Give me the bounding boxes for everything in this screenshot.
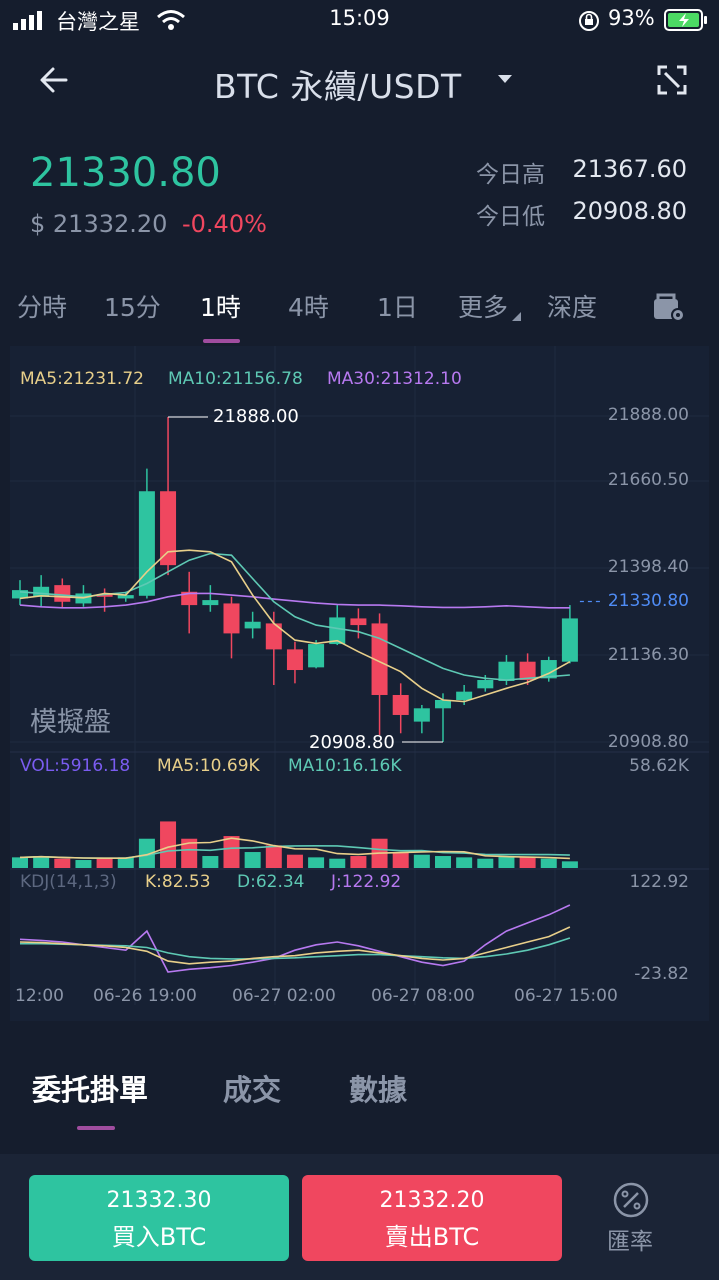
time-axis-tick: 06-27 08:00: [371, 986, 475, 1006]
sell-label: 賣出BTC: [384, 1223, 480, 1251]
min-price-marker: 20908.80: [309, 732, 395, 753]
volume-bar: [498, 856, 515, 868]
price-axis-tick: 21136.30: [607, 645, 689, 665]
time-axis-tick: 06-27 02:00: [232, 986, 336, 1006]
volume-bar: [392, 852, 409, 868]
legend-kdj-d: D:62.34: [237, 872, 305, 892]
legend-volume: VOL:5916.18: [20, 756, 131, 776]
volume-bar: [223, 836, 240, 868]
candle-body: [223, 603, 240, 634]
legend-vol-ma5: MA5:10.69K: [157, 756, 260, 776]
volume-bar: [435, 856, 451, 868]
legend-kdj: KDJ(14,1,3): [20, 872, 117, 892]
kdj-j-line: [19, 904, 571, 973]
candle-body: [456, 691, 473, 700]
price-axis-tick: 20908.80: [607, 732, 689, 752]
exchange-rate-label[interactable]: 匯率: [607, 1222, 653, 1256]
volume-bar: [286, 854, 303, 868]
max-price-marker: 21888.00: [213, 406, 299, 427]
legend-ma30: MA30:21312.10: [327, 369, 462, 389]
candle-body: [244, 621, 261, 629]
candle-body: [286, 649, 303, 671]
buy-label: 買入BTC: [111, 1223, 207, 1251]
volume-bar: [160, 821, 177, 868]
buy-button[interactable]: 21332.30 買入BTC: [29, 1175, 289, 1261]
volume-bar: [96, 858, 113, 868]
volume-axis-max: 58.62K: [629, 756, 689, 776]
demo-watermark: 模擬盤: [30, 707, 111, 738]
tab-trades[interactable]: 成交: [223, 1067, 281, 1109]
volume-bar: [265, 845, 282, 868]
tab-open-orders[interactable]: 委托掛單: [32, 1067, 148, 1109]
volume-bar: [540, 858, 557, 868]
candle-body: [498, 661, 515, 682]
price-axis-tick: 21398.40: [607, 557, 689, 577]
candle-body: [160, 491, 177, 566]
volume-bar: [413, 854, 430, 868]
exchange-rate-icon[interactable]: [612, 1181, 650, 1219]
legend-kdj-k: K:82.53: [145, 872, 211, 892]
price-axis-tick: 21888.00: [607, 405, 689, 425]
volume-bar: [477, 858, 494, 868]
candle-body: [308, 644, 325, 668]
legend-vol-ma10: MA10:16.16K: [288, 756, 402, 776]
candle-body: [202, 600, 219, 606]
tab-data[interactable]: 數據: [349, 1067, 407, 1109]
volume-bar: [244, 852, 261, 868]
price-axis-tick: 21660.50: [607, 470, 689, 490]
kdj-axis-min: -23.82: [634, 964, 689, 984]
volume-bar: [350, 856, 367, 868]
buy-price: 21332.30: [106, 1188, 212, 1213]
volume-bar: [12, 857, 28, 868]
sell-button[interactable]: 21332.20 賣出BTC: [302, 1175, 562, 1261]
volume-bar: [202, 856, 219, 868]
volume-bar: [54, 858, 71, 868]
legend-ma5: MA5:21231.72: [20, 369, 144, 389]
candle-body: [413, 708, 430, 722]
candle-body: [54, 585, 71, 602]
legend-kdj-j: J:122.92: [331, 872, 402, 892]
time-axis-tick: 06-27 15:00: [514, 986, 618, 1006]
time-axis-tick: 06-26 19:00: [93, 986, 197, 1006]
sell-price: 21332.20: [379, 1188, 485, 1213]
kdj-axis-max: 122.92: [629, 872, 689, 892]
legend-ma10: MA10:21156.78: [168, 369, 303, 389]
candlestick-chart[interactable]: [0, 0, 719, 1021]
candle-body: [435, 699, 451, 709]
candle-body: [561, 618, 578, 662]
time-axis-tick: 12:00: [15, 986, 64, 1006]
active-tab-indicator: [77, 1126, 115, 1130]
app-screen: 台灣之星 15:09 93% BTC 永續/USDT 21330.80 $ 21…: [0, 0, 719, 1280]
candle-body: [392, 694, 409, 715]
volume-bar: [519, 857, 536, 868]
volume-bar: [308, 857, 325, 868]
volume-bar: [329, 858, 346, 868]
volume-bar: [561, 861, 578, 868]
volume-bar: [456, 857, 473, 868]
volume-bar: [75, 860, 92, 868]
current-price-tick: 21330.80: [607, 591, 689, 611]
candle-body: [477, 680, 494, 689]
candle-body: [350, 618, 367, 626]
volume-bar: [33, 856, 50, 868]
